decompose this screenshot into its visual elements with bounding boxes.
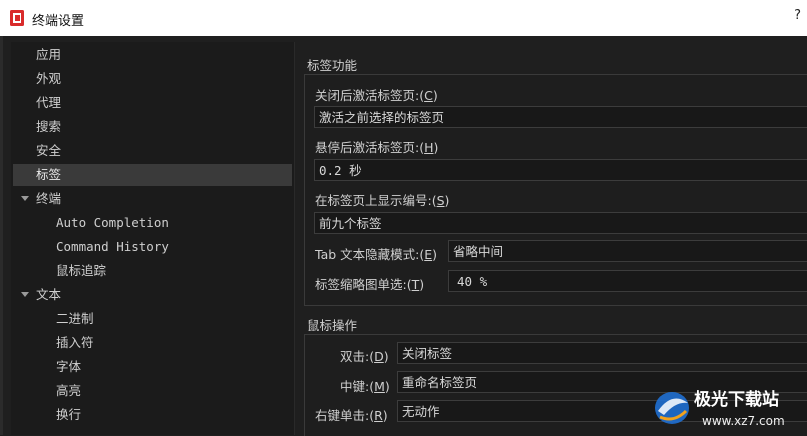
sidebar-item-label: Command History bbox=[56, 239, 169, 254]
tabs-settings-group: 关闭后激活标签页:(C) 激活之前选择的标签页 悬停后激活标签页:(H) 0.2… bbox=[304, 74, 807, 306]
sidebar-item-wrap[interactable]: 换行 bbox=[13, 404, 292, 426]
sidebar-item-terminal[interactable]: 终端 bbox=[13, 188, 292, 210]
sidebar-item-label: 文本 bbox=[36, 287, 62, 302]
shortcut-key: H bbox=[424, 140, 434, 155]
show-number-label: 在标签页上显示编号:(S) bbox=[315, 190, 449, 209]
window-left-edge bbox=[0, 36, 3, 435]
label-suffix: ) bbox=[384, 379, 390, 394]
label-suffix: ) bbox=[432, 88, 438, 103]
shortcut-key: R bbox=[374, 408, 383, 423]
sidebar-item-proxy[interactable]: 代理 bbox=[13, 92, 292, 114]
watermark-logo: 极光下载站 www.xz7.com bbox=[655, 389, 785, 428]
hover-activate-label: 悬停后激活标签页:(H) bbox=[315, 137, 438, 156]
right-click-label: 右键单击:(R) bbox=[315, 405, 388, 424]
sidebar-item-label: 鼠标追踪 bbox=[56, 263, 107, 278]
sidebar-item-label: 高亮 bbox=[56, 383, 82, 398]
label-suffix: ) bbox=[433, 140, 439, 155]
sidebar-item-search[interactable]: 搜索 bbox=[13, 116, 292, 138]
app-logo-icon bbox=[10, 10, 24, 26]
label-suffix: ) bbox=[444, 193, 450, 208]
shortcut-key: M bbox=[374, 379, 385, 394]
tabs-section-title: 标签功能 bbox=[307, 58, 358, 73]
sidebar-item-app[interactable]: 应用 bbox=[13, 44, 292, 66]
label-suffix: ) bbox=[419, 277, 425, 292]
expand-caret-icon[interactable] bbox=[21, 292, 29, 297]
double-click-action-select[interactable]: 关闭标签 bbox=[397, 342, 807, 364]
expand-caret-icon[interactable] bbox=[21, 196, 29, 201]
sidebar-item-tabs[interactable]: 标签 bbox=[13, 164, 292, 186]
sidebar-item-highlight[interactable]: 高亮 bbox=[13, 380, 292, 402]
activate-after-close-label: 关闭后激活标签页:(C) bbox=[315, 85, 438, 104]
label-text: 标签缩略图单选:( bbox=[315, 277, 412, 292]
double-click-label: 双击:(D) bbox=[340, 346, 389, 365]
window-title: 终端设置 bbox=[32, 14, 85, 29]
sidebar-item-label: 安全 bbox=[36, 143, 62, 158]
sidebar-item-label: 应用 bbox=[36, 47, 62, 62]
sidebar-item-font[interactable]: 字体 bbox=[13, 356, 292, 378]
label-text: 中键:( bbox=[340, 379, 375, 394]
shortcut-key: D bbox=[374, 349, 384, 364]
sidebar-divider bbox=[294, 42, 295, 435]
label-suffix: ) bbox=[382, 408, 388, 423]
text-hide-mode-label: Tab 文本隐藏模式:(E) bbox=[315, 244, 437, 263]
label-text: 双击:( bbox=[340, 349, 375, 364]
hover-activate-delay-field[interactable]: 0.2 秒 bbox=[314, 159, 807, 181]
shortcut-key: S bbox=[436, 193, 445, 208]
text-hide-mode-select[interactable]: 省略中间 bbox=[448, 240, 807, 262]
sidebar-item-label: 二进制 bbox=[56, 311, 94, 326]
thumbnail-select-field[interactable]: 40 % bbox=[448, 270, 807, 292]
sidebar-item-label: 插入符 bbox=[56, 335, 94, 350]
sidebar-item-label: Auto Completion bbox=[56, 215, 169, 230]
activate-after-close-select[interactable]: 激活之前选择的标签页 bbox=[314, 106, 807, 128]
sidebar-item-caret[interactable]: 插入符 bbox=[13, 332, 292, 354]
sidebar-item-label: 换行 bbox=[56, 407, 82, 422]
sidebar-item-security[interactable]: 安全 bbox=[13, 140, 292, 162]
watermark-title: 极光下载站 bbox=[694, 389, 779, 410]
sidebar-item-mouse-tracking[interactable]: 鼠标追踪 bbox=[13, 260, 292, 282]
label-suffix: ) bbox=[432, 247, 438, 262]
sidebar-item-text[interactable]: 文本 bbox=[13, 284, 292, 306]
sidebar-item-label: 代理 bbox=[36, 95, 62, 110]
help-button[interactable]: ? bbox=[794, 8, 801, 23]
settings-sidebar: 应用 外观 代理 搜索 安全 标签 终端 Auto Completion Com… bbox=[11, 42, 294, 435]
sidebar-item-label: 搜索 bbox=[36, 119, 62, 134]
watermark-url: www.xz7.com bbox=[702, 414, 785, 428]
shortcut-key: C bbox=[424, 88, 433, 103]
label-text: 在标签页上显示编号:( bbox=[315, 193, 437, 208]
sidebar-item-label: 字体 bbox=[56, 359, 82, 374]
show-number-select[interactable]: 前九个标签 bbox=[314, 212, 807, 234]
label-text: 关闭后激活标签页:( bbox=[315, 88, 425, 103]
sidebar-item-auto-completion[interactable]: Auto Completion bbox=[13, 212, 292, 234]
sidebar-item-binary[interactable]: 二进制 bbox=[13, 308, 292, 330]
label-suffix: ) bbox=[383, 349, 389, 364]
sidebar-item-command-history[interactable]: Command History bbox=[13, 236, 292, 258]
label-text: 悬停后激活标签页:( bbox=[315, 140, 425, 155]
sidebar-item-label: 标签 bbox=[36, 167, 62, 182]
label-text: 右键单击:( bbox=[315, 408, 375, 423]
sidebar-item-label: 外观 bbox=[36, 71, 62, 86]
label-text: Tab 文本隐藏模式:( bbox=[315, 247, 425, 262]
title-bar: 终端设置 ? bbox=[0, 0, 807, 36]
middle-click-label: 中键:(M) bbox=[340, 376, 390, 395]
sidebar-item-label: 终端 bbox=[36, 191, 62, 206]
sidebar-item-appearance[interactable]: 外观 bbox=[13, 68, 292, 90]
shortcut-key: E bbox=[424, 247, 433, 262]
thumbnail-select-label: 标签缩略图单选:(T) bbox=[315, 274, 424, 293]
mouse-section-title: 鼠标操作 bbox=[307, 318, 358, 333]
